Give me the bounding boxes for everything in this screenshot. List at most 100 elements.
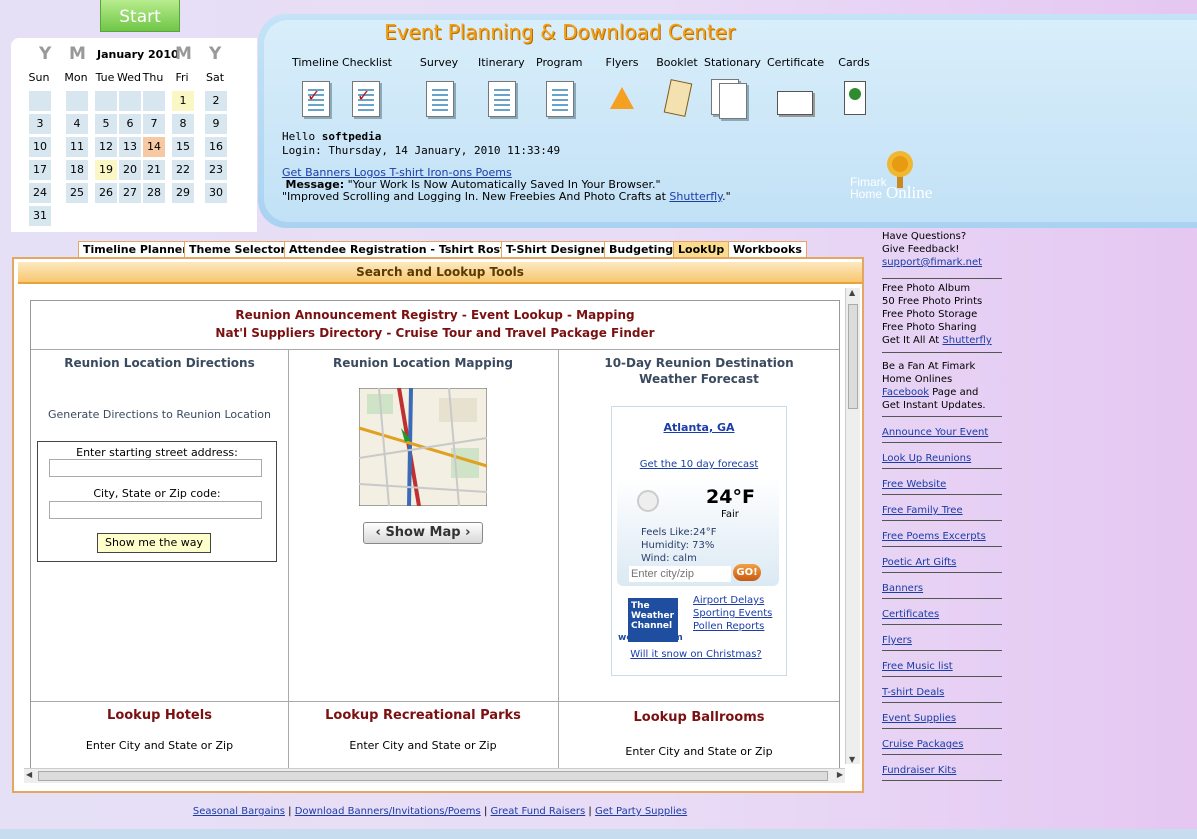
snow-christmas-link[interactable]: Will it snow on Christmas? <box>611 649 781 660</box>
calendar-day[interactable]: 28 <box>143 183 165 203</box>
calendar-day[interactable]: 27 <box>119 183 141 203</box>
horizontal-scrollbar[interactable]: ◀ ▶ <box>24 768 845 783</box>
sidebar-link-poetic-art-gifts[interactable]: Poetic Art Gifts <box>882 556 1002 569</box>
tool-cards[interactable]: Cards <box>831 56 877 117</box>
hotels-label: Enter City and State or Zip <box>85 739 234 752</box>
footer-link-seasonal-bargains[interactable]: Seasonal Bargains <box>193 806 285 817</box>
prev-month-button[interactable]: M <box>69 44 86 64</box>
weather-city-input[interactable] <box>629 566 731 582</box>
support-email-link[interactable]: support@fimark.net <box>882 256 1002 269</box>
photo-line-3: Free Photo Storage <box>882 309 978 320</box>
calendar-day[interactable]: 9 <box>205 114 227 134</box>
start-button[interactable]: Start <box>100 0 180 32</box>
calendar-day[interactable]: 11 <box>66 137 88 157</box>
calendar-day[interactable]: 8 <box>172 114 194 134</box>
sidebar-link-t-shirt-deals[interactable]: T-shirt Deals <box>882 686 1002 699</box>
vertical-scrollbar[interactable]: ▲ ▼ <box>845 288 860 764</box>
calendar-day[interactable]: 26 <box>95 183 117 203</box>
sidebar-link-free-poems-excerpts[interactable]: Free Poems Excerpts <box>882 530 1002 543</box>
weather-link-airport-delays[interactable]: Airport Delays <box>693 594 772 607</box>
sidebar-link-free-website[interactable]: Free Website <box>882 478 1002 491</box>
next-month-button[interactable]: M <box>175 44 192 64</box>
calendar-day[interactable]: 6 <box>119 114 141 134</box>
tool-program[interactable]: Program <box>536 56 582 117</box>
calendar-day[interactable]: 24 <box>29 183 51 203</box>
calendar-day[interactable]: 20 <box>119 160 141 180</box>
calendar-day[interactable]: 21 <box>143 160 165 180</box>
sidebar-link-event-supplies[interactable]: Event Supplies <box>882 712 1002 725</box>
start-address-input[interactable] <box>49 459 262 477</box>
calendar-day[interactable]: 23 <box>205 160 227 180</box>
fimark-logo: Fimark Home Online <box>850 151 932 202</box>
show-me-the-way-button[interactable]: Show me the way <box>97 533 211 553</box>
city-label: City, State or Zip code: <box>93 487 221 500</box>
calendar-day[interactable]: 16 <box>205 137 227 157</box>
calendar-day[interactable]: 4 <box>66 114 88 134</box>
calendar: Y M January 2010 M Y Sun Mon Tue Wed Thu Fri S… <box>11 38 257 232</box>
shutterfly-link[interactable]: Shutterfly <box>669 190 722 203</box>
scroll-thumb[interactable] <box>848 304 858 409</box>
ten-day-forecast-link[interactable]: Get the 10 day forecast <box>611 459 787 470</box>
prev-year-button[interactable]: Y <box>39 44 51 64</box>
weather-link-pollen-reports[interactable]: Pollen Reports <box>693 620 772 633</box>
calendar-day[interactable]: 17 <box>29 160 51 180</box>
scroll-right-icon[interactable]: ▶ <box>837 770 843 779</box>
weekday-header: Fri <box>175 71 189 84</box>
calendar-day[interactable]: 1 <box>172 91 194 111</box>
calendar-day[interactable]: 13 <box>119 137 141 157</box>
calendar-day[interactable]: 30 <box>205 183 227 203</box>
sidebar-link-announce-your-event[interactable]: Announce Your Event <box>882 426 1002 439</box>
next-year-button[interactable]: Y <box>209 44 221 64</box>
sidebar-link-look-up-reunions[interactable]: Look Up Reunions <box>882 452 1002 465</box>
calendar-day[interactable]: 5 <box>95 114 117 134</box>
tool-itinerary[interactable]: Itinerary <box>478 56 525 117</box>
document-shape: ✓ <box>302 81 330 117</box>
weather-link-sporting-events[interactable]: Sporting Events <box>693 607 772 620</box>
sidebar-link-free-family-tree[interactable]: Free Family Tree <box>882 504 1002 517</box>
calendar-day[interactable]: 7 <box>143 114 165 134</box>
calendar-day[interactable]: 15 <box>172 137 194 157</box>
sidebar-link-flyers[interactable]: Flyers <box>882 634 1002 647</box>
weather-city-link[interactable]: Atlanta, GA <box>611 421 787 434</box>
footer-sep: | <box>585 806 595 817</box>
calendar-day[interactable]: 12 <box>95 137 117 157</box>
scroll-thumb[interactable] <box>38 771 828 781</box>
tool-timeline[interactable]: Timeline ✓ <box>292 56 339 117</box>
calendar-day[interactable]: 25 <box>66 183 88 203</box>
weather-go-button[interactable]: GO! <box>733 564 761 581</box>
calendar-day[interactable]: 19 <box>95 160 117 180</box>
scroll-down-icon[interactable]: ▼ <box>849 755 855 764</box>
calendar-day[interactable]: 3 <box>29 114 51 134</box>
tool-stationary[interactable]: Stationary <box>704 56 761 119</box>
tool-flyers[interactable]: Flyers <box>599 56 645 117</box>
sidebar-shutterfly-link[interactable]: Shutterfly <box>942 335 991 346</box>
footer-link-get-party-supplies[interactable]: Get Party Supplies <box>595 806 687 817</box>
sidebar-link-cruise-packages[interactable]: Cruise Packages <box>882 738 1002 751</box>
calendar-day[interactable]: 29 <box>172 183 194 203</box>
show-map-button[interactable]: ‹ Show Map › <box>363 522 483 544</box>
sidebar-link-free-music-list[interactable]: Free Music list <box>882 660 1002 673</box>
scroll-left-icon[interactable]: ◀ <box>26 770 32 779</box>
calendar-empty-cell <box>172 206 194 226</box>
tool-certificate[interactable]: Certificate <box>767 56 825 117</box>
scroll-up-icon[interactable]: ▲ <box>849 288 855 297</box>
calendar-day[interactable]: 18 <box>66 160 88 180</box>
calendar-day[interactable]: 22 <box>172 160 194 180</box>
sidebar-link-banners[interactable]: Banners <box>882 582 1002 595</box>
city-input[interactable] <box>49 501 262 519</box>
sidebar-link-certificates[interactable]: Certificates <box>882 608 1002 621</box>
wind: Wind: calm <box>641 553 697 564</box>
tool-booklet[interactable]: Booklet <box>654 56 700 117</box>
sidebar-link-fundraiser-kits[interactable]: Fundraiser Kits <box>882 764 1002 777</box>
facebook-link[interactable]: Facebook <box>882 387 929 398</box>
calendar-day[interactable]: 31 <box>29 206 51 226</box>
tool-label: Certificate <box>767 56 825 69</box>
tool-survey[interactable]: Survey <box>416 56 462 117</box>
calendar-day[interactable]: 14 <box>143 137 165 157</box>
calendar-day[interactable]: 10 <box>29 137 51 157</box>
tool-checklist[interactable]: Checklist ✓ <box>342 56 392 117</box>
calendar-day[interactable]: 2 <box>205 91 227 111</box>
footer-link-download-banners-invitations-poems[interactable]: Download Banners/Invitations/Poems <box>295 806 481 817</box>
banner-line-1: Reunion Announcement Registry - Event Lo… <box>235 308 635 322</box>
footer-link-great-fund-raisers[interactable]: Great Fund Raisers <box>491 806 586 817</box>
